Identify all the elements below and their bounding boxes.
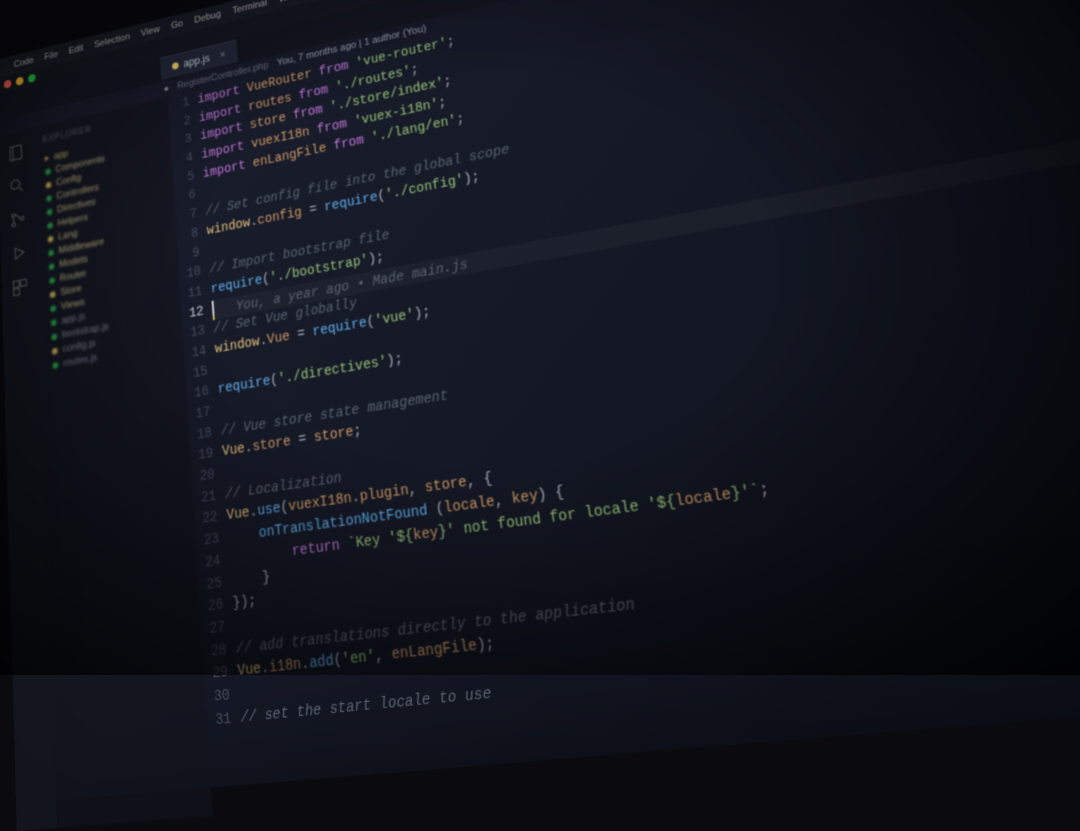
- status-dot-icon: [50, 305, 56, 312]
- line-number: 26: [199, 595, 224, 620]
- minimize-icon[interactable]: [16, 76, 24, 86]
- source-control-icon[interactable]: [9, 208, 27, 230]
- line-number: 25: [198, 573, 223, 598]
- line-number: 28: [202, 640, 227, 665]
- menu-code[interactable]: Code: [14, 55, 34, 69]
- menu-file[interactable]: File: [44, 49, 58, 62]
- status-dot-icon: [45, 168, 51, 175]
- status-dot-icon: [49, 277, 55, 284]
- menu-edit[interactable]: Edit: [68, 43, 83, 56]
- maximize-icon[interactable]: [28, 73, 36, 83]
- status-dot-icon: [49, 263, 55, 270]
- search-icon[interactable]: [8, 175, 26, 197]
- code-content[interactable]: import VueRouter from 'vue-router';impor…: [197, 0, 1080, 814]
- line-number: 24: [196, 551, 221, 576]
- status-dot-icon: [52, 347, 58, 354]
- status-dot-icon: [50, 291, 56, 298]
- explorer-icon[interactable]: [7, 142, 24, 164]
- status-dot-icon: [51, 333, 57, 340]
- status-dot-icon: [48, 235, 54, 242]
- menu-view[interactable]: View: [141, 24, 160, 38]
- status-dot-icon: [47, 222, 53, 229]
- tree-item-label: routes.js: [63, 352, 98, 369]
- tab-label: app.js: [183, 51, 210, 69]
- menu-go[interactable]: Go: [171, 18, 184, 31]
- status-dot-icon: [46, 195, 52, 202]
- line-number: 31: [206, 708, 232, 734]
- line-number: 27: [201, 617, 226, 642]
- status-dot-icon: [47, 208, 53, 215]
- menu-debug[interactable]: Debug: [194, 9, 221, 25]
- debug-icon[interactable]: [10, 242, 28, 264]
- line-number: 23: [195, 529, 220, 554]
- status-dot-icon: [52, 361, 58, 368]
- code-editor[interactable]: 1234567891011121314151617181920212223242…: [167, 0, 1080, 816]
- status-dot-icon: [48, 249, 54, 256]
- js-file-icon: [172, 61, 179, 69]
- extensions-icon[interactable]: [11, 276, 29, 298]
- close-tab-icon[interactable]: ×: [219, 48, 226, 61]
- file-badge-icon: ●: [163, 83, 169, 94]
- line-number: 30: [205, 685, 231, 710]
- close-icon[interactable]: [4, 79, 12, 89]
- status-dot-icon: [51, 319, 57, 326]
- status-dot-icon: [46, 181, 52, 188]
- line-number: 29: [203, 662, 229, 687]
